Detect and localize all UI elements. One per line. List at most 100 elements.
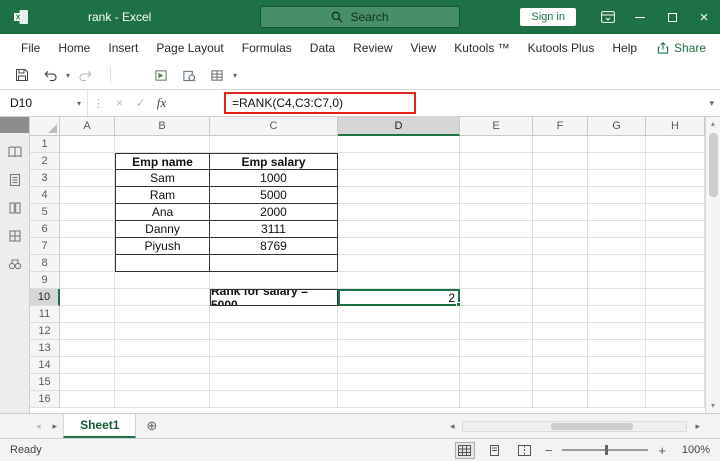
- new-sheet-button[interactable]: ⊕: [136, 414, 167, 438]
- grid-cell[interactable]: [338, 340, 460, 357]
- tab-formulas[interactable]: Formulas: [233, 41, 301, 55]
- cell-emp-name[interactable]: Piyush: [115, 238, 210, 255]
- hscroll-right-icon[interactable]: ▸: [689, 421, 706, 432]
- grid-cell[interactable]: [60, 136, 115, 153]
- grid-cell[interactable]: [210, 357, 338, 374]
- grid-cell[interactable]: [646, 357, 705, 374]
- column-header-h[interactable]: H: [646, 117, 705, 136]
- cell-emp-salary-header[interactable]: Emp salary: [210, 153, 338, 170]
- grid-cell[interactable]: [533, 136, 588, 153]
- column-header-b[interactable]: B: [115, 117, 210, 136]
- row-header[interactable]: 13: [30, 340, 60, 357]
- grid-cell[interactable]: [60, 374, 115, 391]
- grid-cell[interactable]: [115, 374, 210, 391]
- maximize-button[interactable]: [656, 0, 688, 34]
- grid-cell[interactable]: [115, 255, 210, 272]
- grid-cell[interactable]: [588, 238, 646, 255]
- normal-view-button[interactable]: [454, 441, 475, 459]
- grid-cell[interactable]: [588, 289, 646, 306]
- search-box[interactable]: Search: [260, 6, 460, 28]
- grid-cell[interactable]: [460, 153, 533, 170]
- grid-cell[interactable]: [210, 391, 338, 408]
- grid-cell[interactable]: [60, 221, 115, 238]
- grid-cell[interactable]: [338, 187, 460, 204]
- zoom-slider[interactable]: [562, 445, 649, 455]
- zoom-slider-thumb[interactable]: [605, 445, 609, 455]
- grid-cell[interactable]: [533, 272, 588, 289]
- grid-cell[interactable]: [210, 136, 338, 153]
- tab-home[interactable]: Home: [49, 41, 99, 55]
- grid-cell[interactable]: [588, 391, 646, 408]
- nav-columns-button[interactable]: [8, 201, 22, 215]
- tab-page-layout[interactable]: Page Layout: [147, 41, 232, 55]
- ribbon-display-options-button[interactable]: [592, 0, 624, 34]
- grid-cell[interactable]: [338, 323, 460, 340]
- select-all-button[interactable]: [30, 117, 60, 136]
- nav-workbooks-button[interactable]: [7, 145, 22, 159]
- tab-kutools[interactable]: Kutools ™: [445, 41, 518, 55]
- cell-emp-salary[interactable]: 2000: [210, 204, 338, 221]
- grid-cell[interactable]: [460, 323, 533, 340]
- grid-cell[interactable]: [646, 153, 705, 170]
- tab-review[interactable]: Review: [344, 41, 401, 55]
- grid-cell[interactable]: [533, 255, 588, 272]
- tab-data[interactable]: Data: [301, 41, 344, 55]
- grid-cell[interactable]: [338, 255, 460, 272]
- grid-cell[interactable]: [646, 136, 705, 153]
- grid-cell[interactable]: [460, 238, 533, 255]
- grid-cell[interactable]: [533, 306, 588, 323]
- table-tool-button[interactable]: [205, 64, 229, 86]
- grid-cell[interactable]: [588, 374, 646, 391]
- fill-handle[interactable]: [456, 302, 461, 307]
- side-panel-header[interactable]: [0, 117, 29, 133]
- prev-sheet-button[interactable]: ◂: [30, 414, 47, 438]
- column-header-e[interactable]: E: [460, 117, 533, 136]
- cell-emp-salary[interactable]: 5000: [210, 187, 338, 204]
- nav-ranges-button[interactable]: [8, 229, 22, 243]
- formula-input[interactable]: =RANK(C4,C3:C7,0): [232, 96, 343, 110]
- sheet-tab-sheet1[interactable]: Sheet1: [63, 414, 137, 438]
- grid-cell[interactable]: [646, 170, 705, 187]
- tab-help[interactable]: Help: [603, 41, 646, 55]
- hscroll-left-icon[interactable]: ◂: [444, 421, 461, 432]
- row-header[interactable]: 7: [30, 238, 60, 255]
- grid-cell[interactable]: [533, 204, 588, 221]
- grid-cell[interactable]: [210, 272, 338, 289]
- column-header-f[interactable]: F: [533, 117, 588, 136]
- excel-app-icon[interactable]: X: [12, 8, 30, 26]
- share-button[interactable]: Share: [657, 41, 706, 55]
- column-header-a[interactable]: A: [60, 117, 115, 136]
- zoom-out-button[interactable]: −: [545, 443, 553, 458]
- grid-cell[interactable]: [533, 170, 588, 187]
- cell-emp-name-header[interactable]: Emp name: [115, 153, 210, 170]
- grid-cell[interactable]: [460, 170, 533, 187]
- grid-cell[interactable]: [588, 323, 646, 340]
- cell-emp-name[interactable]: Ram: [115, 187, 210, 204]
- grid-cell[interactable]: [646, 187, 705, 204]
- grid-cell[interactable]: [533, 187, 588, 204]
- cancel-button[interactable]: ×: [109, 96, 130, 110]
- enter-button[interactable]: ✓: [130, 96, 151, 110]
- zoom-level[interactable]: 100%: [676, 444, 710, 456]
- grid-cell[interactable]: [646, 238, 705, 255]
- column-header-g[interactable]: G: [588, 117, 646, 136]
- grid-cell[interactable]: [60, 323, 115, 340]
- grid-cell[interactable]: [115, 357, 210, 374]
- grid-cell[interactable]: [60, 204, 115, 221]
- tab-file[interactable]: File: [12, 41, 49, 55]
- grid-cell[interactable]: [338, 238, 460, 255]
- grid-cell[interactable]: [460, 272, 533, 289]
- column-header-d[interactable]: D: [338, 117, 460, 136]
- grid-cell[interactable]: [646, 306, 705, 323]
- grid-cell[interactable]: [338, 357, 460, 374]
- grid-cell[interactable]: [60, 153, 115, 170]
- grid-cell[interactable]: [533, 391, 588, 408]
- grid-cell[interactable]: [338, 153, 460, 170]
- insert-function-button[interactable]: fx: [151, 95, 172, 111]
- horizontal-scroll-thumb[interactable]: [551, 422, 634, 430]
- grid-cell[interactable]: [588, 272, 646, 289]
- grid-cell[interactable]: [338, 391, 460, 408]
- grid-cell[interactable]: [646, 289, 705, 306]
- row-header[interactable]: 6: [30, 221, 60, 238]
- grid-cell[interactable]: [60, 289, 115, 306]
